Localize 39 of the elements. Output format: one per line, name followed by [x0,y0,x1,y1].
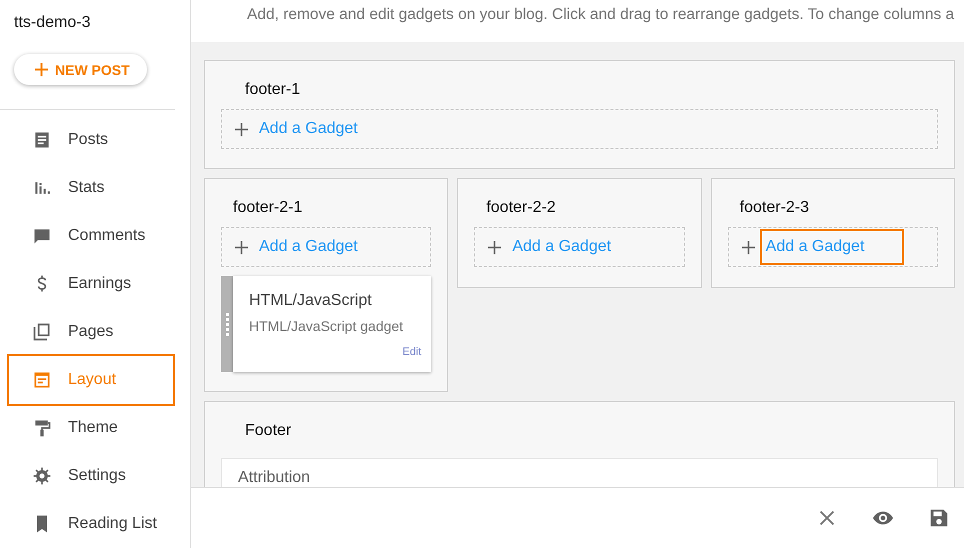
nav-item[interactable]: Posts [0,116,190,164]
section-title: footer-2-3 [738,198,810,218]
add-gadget-slot[interactable]: Add a Gadget [221,227,432,267]
plus-icon [487,240,502,254]
add-gadget-slot[interactable]: Add a Gadget [221,109,938,149]
nav-item[interactable]: Layout [7,354,175,406]
nav-item[interactable]: Comments [0,212,190,260]
add-gadget-link[interactable]: Add a Gadget [760,229,904,265]
gadget-type: HTML/JavaScript gadget [249,318,404,334]
section-title: footer-2-1 [232,198,304,218]
add-gadget-link[interactable]: Add a Gadget [259,238,358,256]
nav-item[interactable]: Stats [0,164,190,212]
new-post-button[interactable]: NEW POST [14,54,147,85]
add-gadget-slot[interactable]: Add a Gadget [474,227,685,267]
intro-text: Add, remove and edit gadgets on your blog. Click and drag to rearrange gadgets. To change columns a [191,0,964,42]
layout-icon [32,370,52,390]
add-gadget-link[interactable]: Add a Gadget [259,120,358,138]
nav-item[interactable]: Pages [0,308,190,356]
add-gadget-slot[interactable]: Add a Gadget [728,227,938,267]
section-title: footer-1 [244,80,302,100]
nav-item[interactable]: Settings [0,452,190,500]
plus-icon [234,122,249,136]
gadget-title: HTML/JavaScript [249,292,373,310]
section-title: footer-2-2 [485,198,557,218]
gadget-title: Attribution [238,469,310,486]
drag-handle[interactable] [221,276,233,372]
settings-icon [32,466,52,486]
save-icon[interactable] [928,507,950,529]
blog-title: tts-demo-3 [13,13,92,32]
nav-item[interactable]: Earnings [0,260,190,308]
edit-link[interactable]: Edit [402,346,422,358]
nav-item[interactable]: Reading List [0,500,190,548]
plus-icon [34,62,49,78]
plus-icon [234,240,249,254]
nav-item[interactable]: Theme [0,404,190,452]
add-gadget-link[interactable]: Add a Gadget [512,238,612,256]
plus-icon [740,240,756,254]
section-title: Footer [244,421,292,441]
pages-icon [32,322,52,342]
